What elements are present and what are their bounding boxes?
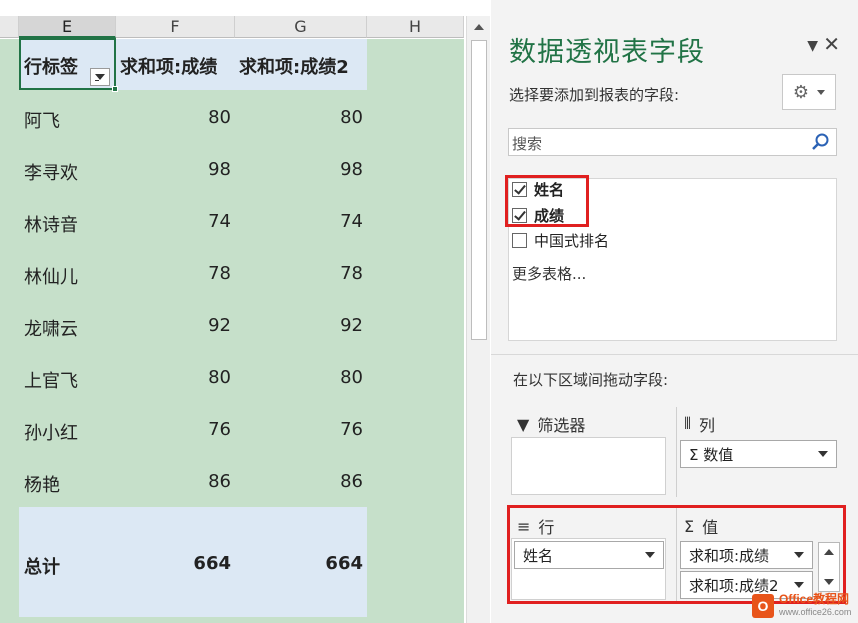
chip-label: Σ 数值 <box>689 445 734 464</box>
field-search-box[interactable]: 搜索 <box>508 128 837 156</box>
sum-header-2[interactable]: 求和项:成绩2 <box>239 53 349 79</box>
scroll-up-icon[interactable] <box>470 18 488 36</box>
filters-drop-area[interactable] <box>511 437 666 495</box>
vertical-scrollbar[interactable] <box>466 16 490 623</box>
table-row-v2[interactable]: 86 <box>280 471 363 492</box>
grand-total-label[interactable]: 总计 <box>24 553 60 579</box>
filters-area-header: ▼ 筛选器 <box>517 412 585 436</box>
field-label: 中国式排名 <box>534 232 610 250</box>
watermark-text: Office教程网 www.office26.com <box>779 593 851 619</box>
table-row-name[interactable]: 李寻欢 <box>24 159 78 185</box>
fill-handle[interactable] <box>112 86 118 92</box>
column-header-f[interactable]: F <box>116 16 235 38</box>
table-row-v2[interactable]: 80 <box>280 367 363 388</box>
panel-options-icon[interactable]: ▼ <box>807 38 818 54</box>
table-row-v2[interactable]: 74 <box>280 211 363 232</box>
filters-area-label: 筛选器 <box>537 416 586 435</box>
table-row-v1[interactable]: 86 <box>150 471 231 492</box>
excel-window: E F G H 行标签 求和项:成绩 求和项:成绩2 阿飞 80 80 李寻欢 … <box>0 0 858 623</box>
divider <box>491 354 858 355</box>
table-row-name[interactable]: 林诗音 <box>24 211 78 237</box>
gear-icon: ⚙ <box>792 81 810 103</box>
drag-hint: 在以下区域间拖动字段: <box>513 371 669 389</box>
area-divider <box>676 407 677 497</box>
table-row-v1[interactable]: 76 <box>150 419 231 440</box>
table-row-v2[interactable]: 76 <box>280 419 363 440</box>
office-logo-icon: O <box>752 594 774 618</box>
table-row-name[interactable]: 龙啸云 <box>24 315 78 341</box>
worksheet: E F G H 行标签 求和项:成绩 求和项:成绩2 阿飞 80 80 李寻欢 … <box>0 0 464 623</box>
table-row-v2[interactable]: 78 <box>280 263 363 284</box>
column-header-g[interactable]: G <box>235 16 367 38</box>
columns-area-label: 列 <box>699 416 716 435</box>
table-row-v1[interactable]: 80 <box>150 367 231 388</box>
select-all-corner[interactable] <box>0 16 19 38</box>
table-row-v1[interactable]: 78 <box>150 263 231 284</box>
table-row-name[interactable]: 林仙儿 <box>24 263 78 289</box>
table-row-name[interactable]: 杨艳 <box>24 471 60 497</box>
table-row-v1[interactable]: 92 <box>150 315 231 336</box>
sum-header-1[interactable]: 求和项:成绩 <box>120 53 217 79</box>
search-icon[interactable] <box>810 132 830 152</box>
filter-icon: ▼ <box>517 414 530 434</box>
panel-title: 数据透视表字段 <box>509 37 705 68</box>
column-header-h[interactable]: H <box>367 16 464 38</box>
table-row-v2[interactable]: 98 <box>280 159 363 180</box>
columns-area-header: ⦀ 列 <box>684 412 715 436</box>
search-input[interactable]: 搜索 <box>512 133 542 154</box>
watermark-url: www.office26.com <box>779 607 852 617</box>
grand-total-v2[interactable]: 664 <box>280 553 363 574</box>
chevron-down-icon[interactable] <box>818 451 828 457</box>
row-filter-button[interactable] <box>90 68 110 86</box>
watermark: O Office教程网 www.office26.com <box>752 589 858 623</box>
column-header-e[interactable]: E <box>19 16 116 38</box>
watermark-name: Office教程网 <box>779 592 850 606</box>
field-item-rank[interactable]: 中国式排名 <box>512 230 609 251</box>
highlight-box-fields <box>505 175 589 227</box>
table-row-v2[interactable]: 80 <box>280 107 363 128</box>
table-row-v2[interactable]: 92 <box>280 315 363 336</box>
columns-field-chip[interactable]: Σ 数值 <box>680 440 837 468</box>
panel-subtitle: 选择要添加到报表的字段: <box>509 86 680 104</box>
scroll-thumb[interactable] <box>471 40 487 340</box>
chevron-down-icon <box>817 89 826 95</box>
table-row-v1[interactable]: 80 <box>150 107 231 128</box>
more-tables-link[interactable]: 更多表格... <box>512 263 586 284</box>
close-icon[interactable]: ✕ <box>823 32 840 56</box>
tools-button[interactable]: ⚙ <box>782 74 836 110</box>
table-row-v1[interactable]: 74 <box>150 211 231 232</box>
table-row-v1[interactable]: 98 <box>150 159 231 180</box>
columns-icon: ⦀ <box>684 414 692 433</box>
checkbox-icon[interactable] <box>512 233 527 248</box>
grand-total-v1[interactable]: 664 <box>150 553 231 574</box>
table-row-name[interactable]: 孙小红 <box>24 419 78 445</box>
table-row-name[interactable]: 上官飞 <box>24 367 78 393</box>
table-row-name[interactable]: 阿飞 <box>24 107 60 133</box>
